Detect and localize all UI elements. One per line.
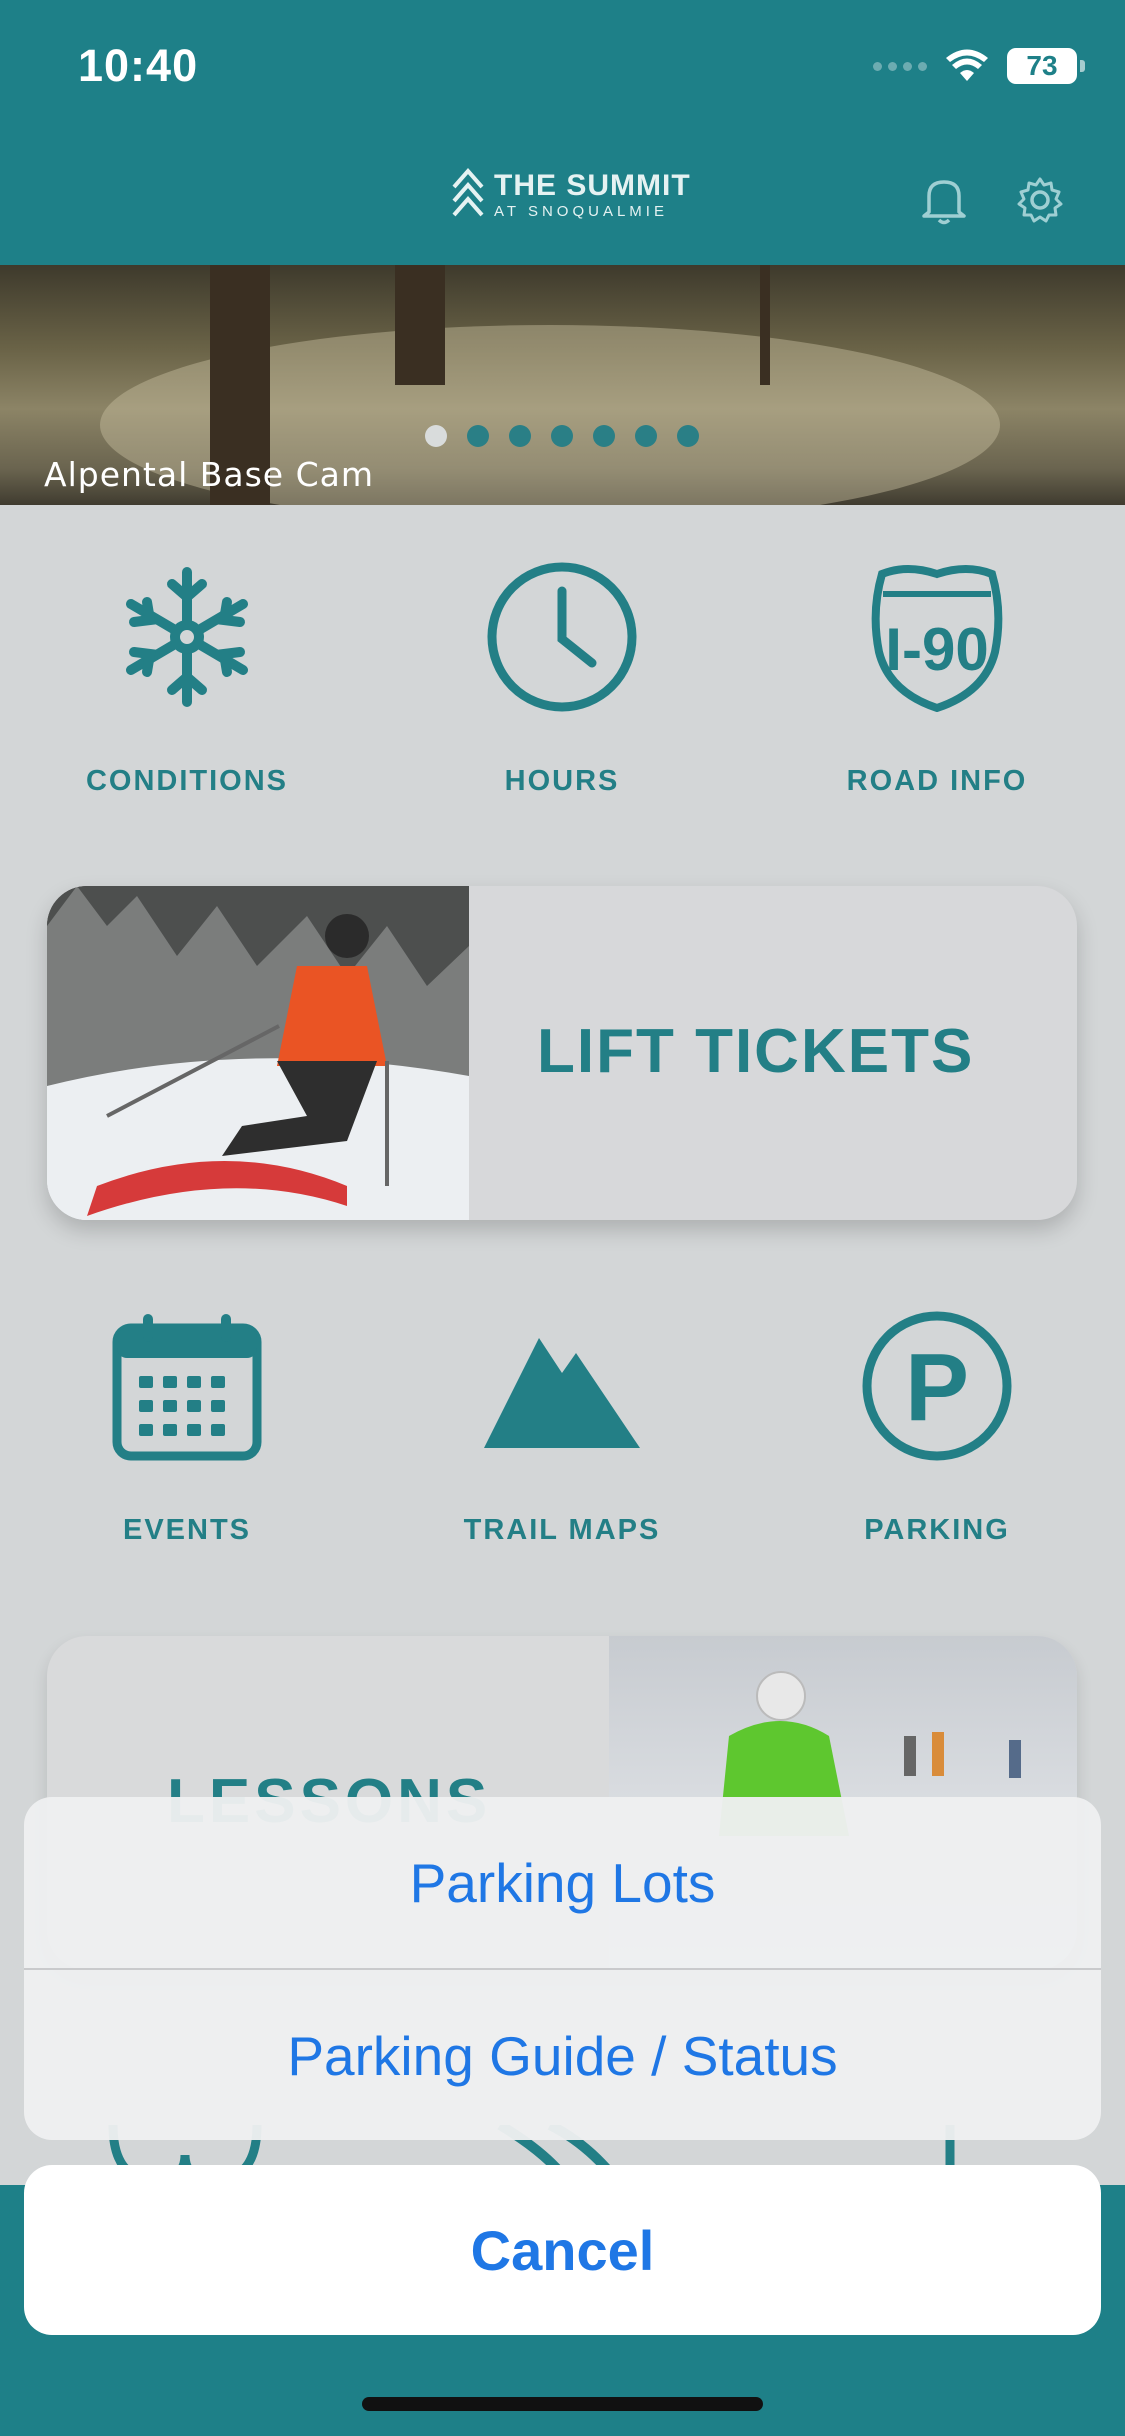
wifi-icon <box>946 49 988 81</box>
lift-tickets-label: LIFT TICKETS <box>537 1017 975 1086</box>
tile-events[interactable]: EVENTS <box>37 1306 337 1547</box>
battery-icon: 73 <box>1007 48 1085 84</box>
snowflake-icon <box>107 557 267 717</box>
action-sheet: Parking Lots Parking Guide / Status <box>24 1797 1101 2140</box>
tile-hours[interactable]: HOURS <box>412 557 712 798</box>
page-dot[interactable] <box>551 425 573 447</box>
skier-photo <box>47 886 469 1220</box>
webcam-caption: Alpental Base Cam <box>44 455 374 494</box>
tile-label: PARKING <box>864 1514 1010 1546</box>
svg-text:P: P <box>905 1334 969 1441</box>
status-time: 10:40 <box>78 40 199 91</box>
tile-label: TRAIL MAPS <box>463 1514 661 1546</box>
tile-parking[interactable]: P PARKING <box>787 1306 1087 1547</box>
i90-shield-icon: I-90 <box>857 557 1017 717</box>
app-header: THE SUMMIT AT SNOQUALMIE <box>0 140 1125 265</box>
page-dot[interactable] <box>677 425 699 447</box>
parking-icon: P <box>857 1306 1017 1466</box>
tile-label: CONDITIONS <box>85 765 289 797</box>
status-indicators: 73 <box>873 48 1085 84</box>
mountain-icon <box>482 1306 642 1466</box>
page-dot[interactable] <box>425 425 447 447</box>
tile-label: ROAD INFO <box>846 765 1028 797</box>
summit-logo[interactable]: THE SUMMIT AT SNOQUALMIE <box>450 167 691 223</box>
settings-gear-icon[interactable] <box>1010 170 1070 230</box>
tile-conditions[interactable]: CONDITIONS <box>37 557 337 798</box>
tile-road-info[interactable]: I-90 ROAD INFO <box>787 557 1087 798</box>
svg-text:I-90: I-90 <box>885 616 988 683</box>
tile-label: EVENTS <box>122 1514 252 1546</box>
cancel-button[interactable]: Cancel <box>24 2165 1101 2335</box>
home-indicator[interactable] <box>362 2397 763 2411</box>
status-bar: 10:40 73 <box>0 0 1125 140</box>
logo-title: THE SUMMIT <box>494 169 691 202</box>
parking-guide-status-option[interactable]: Parking Guide / Status <box>24 1970 1101 2140</box>
cellular-signal-icon <box>873 61 927 71</box>
page-dot[interactable] <box>509 425 531 447</box>
clock-icon <box>482 557 642 717</box>
parking-lots-option[interactable]: Parking Lots <box>24 1797 1101 1968</box>
tile-label: HOURS <box>504 765 620 797</box>
hero-webcam-carousel[interactable]: Alpental Base Cam <box>0 265 1125 505</box>
page-dot[interactable] <box>593 425 615 447</box>
page-dot[interactable] <box>467 425 489 447</box>
chevron-stack-icon <box>452 167 484 217</box>
notifications-bell-icon[interactable] <box>914 170 974 230</box>
tile-trail-maps[interactable]: TRAIL MAPS <box>412 1306 712 1547</box>
logo-subtitle: AT SNOQUALMIE <box>494 203 668 220</box>
page-dot[interactable] <box>635 425 657 447</box>
calendar-icon <box>107 1306 267 1466</box>
lift-tickets-card[interactable]: LIFT TICKETS <box>47 886 1077 1220</box>
carousel-page-indicator[interactable] <box>425 425 699 447</box>
